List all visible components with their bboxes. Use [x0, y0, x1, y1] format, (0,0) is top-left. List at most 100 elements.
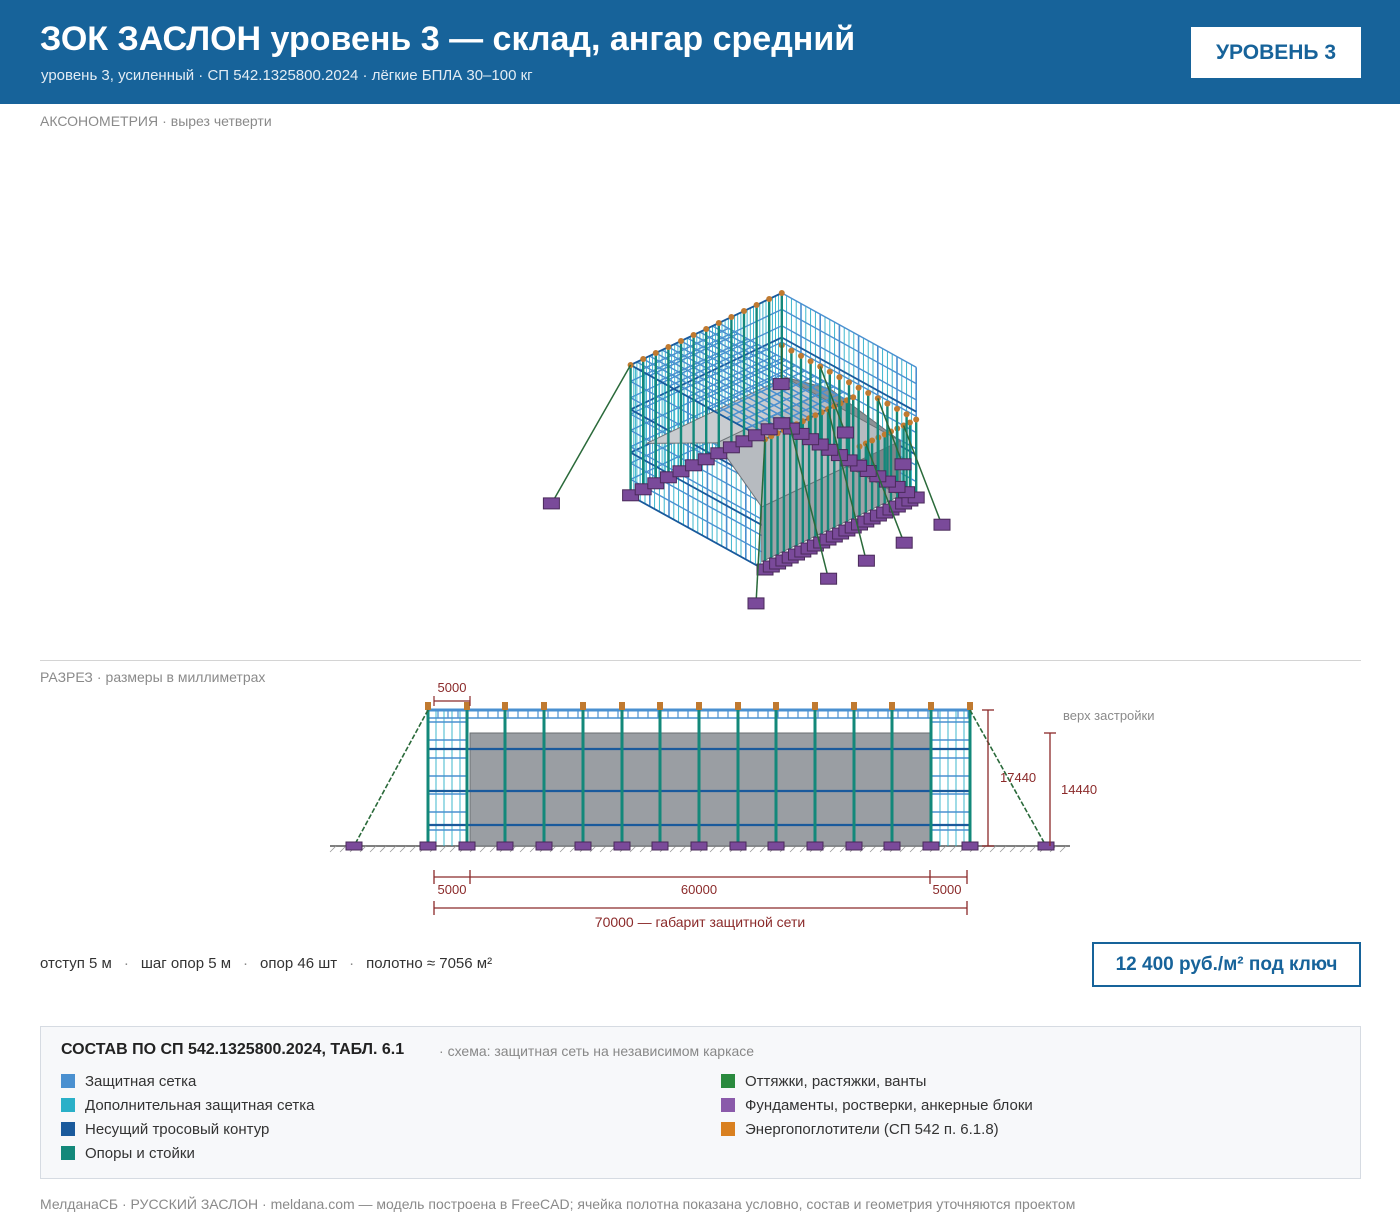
- foundation-block: [857, 554, 875, 567]
- foundation-block: [496, 841, 514, 851]
- ground-hatch: [829, 845, 837, 853]
- energy-absorber: [812, 702, 818, 710]
- foundation-block: [613, 841, 631, 851]
- energy-absorber: [894, 405, 900, 412]
- foundation-block: [535, 841, 553, 851]
- energy-absorber: [889, 702, 895, 710]
- ground-hatch: [1029, 845, 1037, 853]
- legend-item: Защитная сетка: [61, 1069, 314, 1093]
- foundation-block: [458, 841, 476, 851]
- ground-hatch: [669, 845, 677, 853]
- legend-column-left: Защитная сетка Дополнительная защитная с…: [61, 1069, 314, 1165]
- legend-item: Энергопоглотители (СП 542 п. 6.1.8): [721, 1117, 1033, 1141]
- energy-absorber: [773, 702, 779, 710]
- legend-item: Фундаменты, ростверки, анкерные блоки: [721, 1093, 1033, 1117]
- ground-hatch: [1019, 845, 1027, 853]
- energy-absorber: [788, 347, 795, 354]
- energy-absorber: [741, 308, 747, 314]
- swatch-cable-contour: [61, 1122, 75, 1136]
- foundation-block: [894, 458, 912, 471]
- ground-hatch: [449, 845, 457, 853]
- energy-absorber: [798, 352, 804, 359]
- ground-hatch: [679, 845, 687, 853]
- energy-absorber: [678, 338, 684, 344]
- level-badge: УРОВЕНЬ 3: [1191, 27, 1361, 78]
- energy-absorber: [884, 400, 891, 407]
- foundation-block: [820, 572, 838, 585]
- foundation-block: [690, 841, 708, 851]
- ground-hatch: [909, 845, 917, 853]
- guy-wire: [353, 709, 429, 847]
- building-top-label: верх застройки: [1063, 708, 1155, 723]
- energy-absorber: [753, 302, 760, 308]
- legend-item: Опоры и стойки: [61, 1141, 314, 1165]
- energy-absorber: [541, 702, 547, 710]
- ground-hatch: [439, 845, 447, 853]
- foundation-block: [883, 841, 901, 851]
- ground-hatch: [599, 845, 607, 853]
- energy-absorber: [865, 390, 872, 396]
- ground-hatch: [629, 845, 637, 853]
- ground-hatch: [489, 845, 497, 853]
- ground-hatch: [369, 845, 377, 853]
- ground-hatch: [329, 845, 337, 853]
- top-bay-dimension: 5000: [438, 680, 467, 695]
- ground-hatch: [709, 845, 717, 853]
- ground-hatch: [939, 845, 947, 853]
- energy-absorber: [778, 290, 785, 296]
- ground-hatch: [989, 845, 997, 853]
- energy-absorber: [836, 374, 843, 381]
- legend-item: Оттяжки, растяжки, ванты: [721, 1069, 1033, 1093]
- dim-middle: 60000: [681, 882, 717, 897]
- foundation-block: [542, 497, 560, 510]
- swatch-protective-net: [61, 1074, 75, 1088]
- ground-hatch: [979, 845, 987, 853]
- ground-hatch: [719, 845, 727, 853]
- foundation-block: [773, 417, 791, 430]
- price-box: 12 400 руб./м² под ключ: [1092, 942, 1361, 987]
- foundation-block: [933, 518, 951, 531]
- foundation-block: [419, 841, 437, 851]
- section-label: РАЗРЕЗ: [40, 669, 93, 685]
- param-area: полотно ≈ 7056 м²: [366, 955, 493, 972]
- ground-hatch: [559, 845, 567, 853]
- ground-hatch: [409, 845, 417, 853]
- energy-absorber: [696, 702, 702, 710]
- footer-note: МелданаСБ · РУССКИЙ ЗАСЛОН · meldana.com…: [40, 1196, 1076, 1212]
- section-caption: РАЗРЕЗ · размеры в миллиметрах: [40, 669, 266, 685]
- foundation-block: [729, 841, 747, 851]
- energy-absorber: [703, 326, 710, 332]
- ground-hatch: [639, 845, 647, 853]
- swatch-energy-absorbers: [721, 1122, 735, 1136]
- ground-hatch: [479, 845, 487, 853]
- legend-column-right: Оттяжки, растяжки, ванты Фундаменты, рос…: [721, 1069, 1033, 1141]
- ground-hatch: [789, 845, 797, 853]
- ground-hatch: [759, 845, 767, 853]
- legend-item: Дополнительная защитная сетка: [61, 1093, 314, 1117]
- axonometric-view: [542, 290, 951, 610]
- param-count: опор 46 шт: [260, 955, 338, 972]
- ground-hatch: [749, 845, 757, 853]
- energy-absorber: [715, 320, 722, 326]
- foundation-block: [845, 841, 863, 851]
- ground-hatch: [949, 845, 957, 853]
- energy-absorber: [869, 437, 876, 444]
- guy-wire: [550, 364, 632, 505]
- energy-absorber: [807, 358, 814, 365]
- foundation-block: [922, 841, 940, 851]
- foundation-block: [1037, 841, 1055, 851]
- foundation-block: [747, 597, 765, 610]
- net-height-dimension: 17440: [1000, 770, 1036, 785]
- param-pitch: шаг опор 5 м: [140, 955, 232, 972]
- foundation-block: [895, 536, 913, 549]
- energy-absorber: [967, 702, 973, 710]
- energy-absorber: [619, 702, 625, 710]
- foundation-block: [806, 841, 824, 851]
- energy-absorber: [425, 702, 431, 710]
- foundation-block: [836, 426, 854, 439]
- energy-absorber: [464, 702, 470, 710]
- energy-absorber: [851, 702, 857, 710]
- ground-hatch: [999, 845, 1007, 853]
- energy-absorber: [826, 368, 833, 375]
- energy-absorber: [690, 332, 697, 338]
